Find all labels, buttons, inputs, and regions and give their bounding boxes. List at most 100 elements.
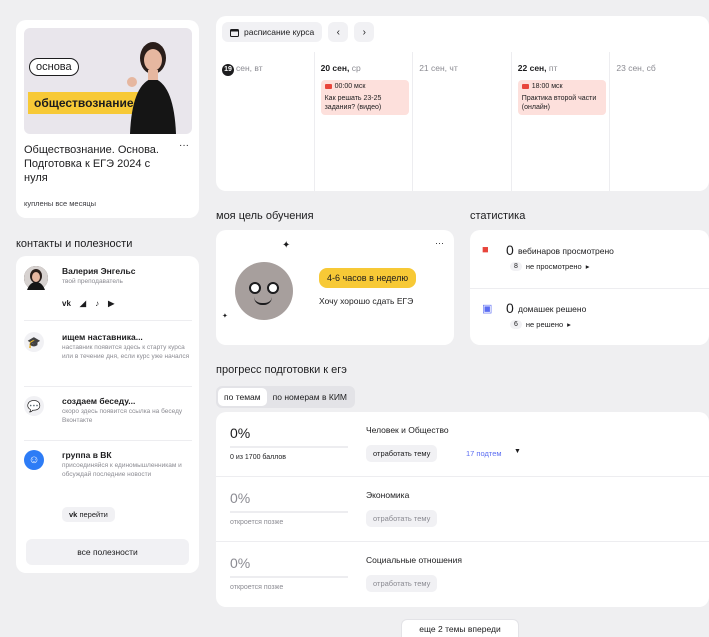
topic-row: 0% откроется позже Социальные отношения … bbox=[216, 542, 709, 607]
contacts-heading: контакты и полезности bbox=[16, 238, 133, 250]
schedule-event[interactable]: 00:00 мск Как решать 23-25 задания? (вид… bbox=[320, 80, 409, 115]
topic-progress-bar bbox=[230, 576, 348, 578]
course-banner: основа обществознание bbox=[24, 28, 192, 134]
topic-title: Человек и Общество bbox=[366, 425, 449, 435]
schedule-button[interactable]: расписание курса bbox=[222, 22, 323, 42]
more-topics-button[interactable]: еще 2 темы впереди bbox=[401, 619, 519, 637]
day-label-bold: 20 сен, bbox=[320, 63, 350, 73]
work-topic-button: отработать тему bbox=[366, 575, 438, 592]
goal-heading: моя цель обучения bbox=[216, 210, 314, 222]
topic-percent: 0% bbox=[230, 425, 251, 441]
mentor-contact: 🎓 ищем наставника... наставник появится … bbox=[24, 332, 192, 382]
day-column: 20 сен, ср 00:00 мск Как решать 23-25 за… bbox=[315, 52, 414, 191]
tab-by-topics[interactable]: по темам bbox=[218, 388, 267, 406]
event-time: 18:00 мск bbox=[531, 83, 563, 90]
subtopics-toggle[interactable]: 17 подтем bbox=[466, 449, 502, 458]
divider bbox=[24, 320, 192, 321]
banner-subject: обществознание bbox=[28, 92, 140, 114]
goal-menu-button[interactable]: ··· bbox=[435, 238, 444, 248]
teacher-role: твой преподаватель bbox=[62, 278, 123, 285]
goal-text: Хочу хорошо сдать ЕГЭ bbox=[319, 296, 414, 306]
vk-icon[interactable]: vk bbox=[62, 299, 71, 308]
chat-contact: 💬 создаем беседу... скоро здесь появится… bbox=[24, 396, 192, 436]
today-badge: 19 bbox=[222, 64, 234, 76]
all-resources-button[interactable]: все полезности bbox=[26, 539, 189, 565]
teacher-avatar[interactable] bbox=[24, 266, 48, 290]
day-label: сен, вт bbox=[236, 63, 263, 73]
graduation-cap-icon: 🎓 bbox=[24, 332, 44, 352]
mentor-name: ищем наставника... bbox=[62, 332, 143, 342]
vk-group-desc: присоединяйся к единомышленникам и обсуж… bbox=[62, 462, 182, 478]
divider bbox=[24, 440, 192, 441]
work-topic-button[interactable]: отработать тему bbox=[366, 445, 438, 462]
homework-label: домашек решено bbox=[518, 304, 587, 314]
course-card[interactable]: основа обществознание Обществознание. Ос… bbox=[16, 20, 199, 218]
progress-tabs: по темам по номерам в КИМ bbox=[216, 386, 356, 408]
chevron-down-icon[interactable]: ▼ bbox=[514, 448, 521, 455]
topic-title: Социальные отношения bbox=[366, 555, 462, 565]
book-icon: ▣ bbox=[482, 303, 493, 315]
caret-right-icon: ▸ bbox=[567, 320, 571, 329]
homework-value: 0 bbox=[506, 300, 514, 316]
day-label: 23 сен, сб bbox=[616, 63, 656, 73]
stats-card: ■ 0 вебинаров просмотрено 8 не просмотрен… bbox=[470, 230, 709, 345]
topic-progress-bar bbox=[230, 511, 348, 513]
schedule-days: 19 сен, вт 20 сен, ср 00:00 мск Как решат… bbox=[216, 52, 709, 191]
course-menu-button[interactable]: ··· bbox=[179, 140, 189, 151]
chat-desc: скоро здесь появится ссылка на беседу Вк… bbox=[62, 408, 183, 424]
caret-right-icon: ▸ bbox=[585, 262, 590, 271]
people-icon: ☺ bbox=[24, 450, 44, 470]
prev-week-button[interactable]: ‹ bbox=[328, 22, 349, 42]
mentor-desc: наставник появится здесь к старту курса … bbox=[62, 344, 190, 360]
vk-group-contact: ☺ группа в ВК присоединяйся к единомышле… bbox=[24, 450, 192, 530]
progress-card: 0% 0 из 1700 баллов Человек и Общество о… bbox=[216, 412, 709, 607]
smiley-face-illustration bbox=[235, 262, 293, 320]
eye-icon bbox=[249, 282, 261, 294]
topic-row: 0% 0 из 1700 баллов Человек и Общество о… bbox=[216, 412, 709, 477]
goal-card[interactable]: ✦ ✦ 4-6 часов в неделю Хочу хорошо сдать… bbox=[216, 230, 454, 345]
event-time: 00:00 мск bbox=[334, 83, 366, 90]
teacher-name: Валерия Энгельс bbox=[62, 266, 136, 276]
work-topic-button: отработать тему bbox=[366, 510, 438, 527]
teacher-socials: vk ◢ ♪ ▶ bbox=[62, 299, 114, 308]
day-label-bold: 22 сен, bbox=[517, 63, 547, 73]
avatar-icon bbox=[24, 266, 48, 290]
tab-by-kim-numbers[interactable]: по номерам в КИМ bbox=[267, 388, 353, 406]
schedule-button-label: расписание курса bbox=[244, 27, 315, 37]
webinars-stat[interactable]: ■ 0 вебинаров просмотрено 8 не просмотрен… bbox=[482, 242, 697, 282]
webinars-label: вебинаров просмотрено bbox=[518, 246, 614, 256]
schedule-header: расписание курса ‹ › bbox=[222, 22, 375, 42]
course-title[interactable]: Обществознание. Основа. Подготовка к ЕГЭ… bbox=[24, 143, 176, 185]
topic-points: откроется позже bbox=[230, 584, 284, 591]
contacts-card: Валерия Энгельс твой преподаватель vk ◢ … bbox=[16, 256, 199, 573]
tiktok-icon[interactable]: ♪ bbox=[95, 299, 99, 308]
mouth-shape bbox=[254, 297, 272, 305]
webinars-value: 0 bbox=[506, 242, 514, 258]
webinar-camera-icon bbox=[324, 84, 332, 89]
schedule-card: расписание курса ‹ › 19 сен, вт 20 сен, с… bbox=[216, 16, 709, 191]
day-column: 21 сен, чт bbox=[413, 52, 512, 191]
vk-go-label: перейти bbox=[79, 510, 108, 519]
vk-go-button[interactable]: vk перейти bbox=[62, 507, 115, 522]
schedule-event[interactable]: 18:00 мск Практика второй части (онлайн) bbox=[517, 80, 606, 115]
telegram-icon[interactable]: ◢ bbox=[80, 299, 86, 308]
day-label: пт bbox=[546, 63, 558, 73]
goal-hours-badge: 4-6 часов в неделю bbox=[319, 268, 417, 288]
topic-points: 0 из 1700 баллов bbox=[230, 454, 287, 461]
progress-heading: прогресс подготовки к егэ bbox=[216, 364, 347, 376]
teacher-illustration bbox=[127, 42, 176, 134]
homework-stat[interactable]: ▣ 0 домашек решено 6 не решено ▸ bbox=[482, 300, 697, 340]
event-title: Как решать 23-25 задания? (видео) bbox=[324, 95, 382, 111]
next-week-button[interactable]: › bbox=[354, 22, 375, 42]
day-label: 21 сен, чт bbox=[419, 63, 458, 73]
video-camera-icon: ■ bbox=[482, 244, 489, 256]
stats-heading: статистика bbox=[470, 210, 526, 222]
webinars-unwatched-count: 8 bbox=[510, 262, 522, 271]
sparkle-icon: ✦ bbox=[282, 240, 291, 251]
webinar-camera-icon bbox=[521, 84, 529, 89]
homework-unsolved-count: 6 bbox=[510, 320, 522, 329]
youtube-icon[interactable]: ▶ bbox=[108, 299, 114, 308]
topic-percent: 0% bbox=[230, 490, 251, 506]
teacher-contact: Валерия Энгельс твой преподаватель vk ◢ … bbox=[24, 266, 192, 316]
banner-badge: основа bbox=[29, 58, 79, 76]
